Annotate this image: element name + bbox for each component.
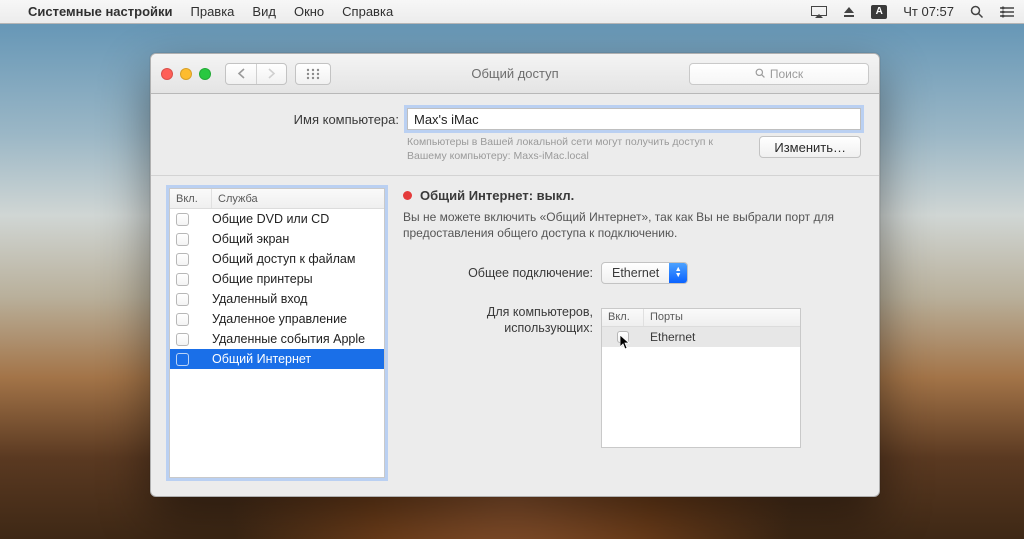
to-computers-label: Для компьютеров, использующих: xyxy=(403,304,593,337)
share-from-label: Общее подключение: xyxy=(403,266,593,280)
forward-button[interactable] xyxy=(256,64,286,84)
back-button[interactable] xyxy=(226,64,256,84)
share-from-popup[interactable]: Ethernet ▲▼ xyxy=(601,262,688,284)
status-title: Общий Интернет: выкл. xyxy=(420,188,574,203)
port-checkbox[interactable] xyxy=(602,331,644,343)
service-label: Общие принтеры xyxy=(212,272,313,286)
service-row[interactable]: Общий Интернет xyxy=(170,349,384,369)
service-checkbox[interactable] xyxy=(176,353,212,366)
service-row[interactable]: Удаленный вход xyxy=(170,289,384,309)
minimize-button[interactable] xyxy=(180,68,192,80)
services-list[interactable]: Вкл. Служба Общие DVD или CD Общий экран О… xyxy=(169,188,385,478)
status-indicator-off xyxy=(403,191,412,200)
service-label: Удаленные события Apple xyxy=(212,332,365,346)
computer-name-label: Имя компьютера: xyxy=(169,112,399,127)
service-label: Общий Интернет xyxy=(212,352,311,366)
separator xyxy=(151,175,879,176)
menu-edit[interactable]: Правка xyxy=(191,4,235,19)
edit-button[interactable]: Изменить… xyxy=(759,136,861,158)
service-checkbox[interactable] xyxy=(176,313,212,326)
service-checkbox[interactable] xyxy=(176,213,212,226)
ports-column-name: Порты xyxy=(644,309,800,326)
service-checkbox[interactable] xyxy=(176,273,212,286)
app-menu[interactable]: Системные настройки xyxy=(28,4,173,19)
input-source-icon[interactable]: A xyxy=(871,5,887,19)
service-label: Удаленный вход xyxy=(212,292,307,306)
service-row[interactable]: Общие DVD или CD xyxy=(170,209,384,229)
port-label: Ethernet xyxy=(644,330,695,344)
service-checkbox[interactable] xyxy=(176,253,212,266)
service-label: Удаленное управление xyxy=(212,312,347,326)
computer-name-hint: Компьютеры в Вашей локальной сети могут … xyxy=(407,136,727,163)
window-traffic-lights xyxy=(161,68,211,80)
service-row[interactable]: Удаленное управление xyxy=(170,309,384,329)
window-title: Общий доступ xyxy=(471,66,558,81)
service-label: Общий экран xyxy=(212,232,289,246)
notification-center-icon[interactable] xyxy=(1000,6,1014,18)
close-button[interactable] xyxy=(161,68,173,80)
service-label: Общие DVD или CD xyxy=(212,212,329,226)
search-input[interactable]: Поиск xyxy=(689,63,869,85)
services-column-name: Служба xyxy=(212,189,384,208)
airplay-icon[interactable] xyxy=(811,6,827,18)
service-checkbox[interactable] xyxy=(176,233,212,246)
eject-icon[interactable] xyxy=(843,6,855,18)
spotlight-icon[interactable] xyxy=(970,5,984,19)
computer-name-field[interactable] xyxy=(407,108,861,130)
clock[interactable]: Чт 07:57 xyxy=(903,4,954,19)
ports-column-on: Вкл. xyxy=(602,309,644,326)
share-from-value: Ethernet xyxy=(602,266,669,280)
nav-back-forward xyxy=(225,63,287,85)
services-column-on: Вкл. xyxy=(170,189,212,208)
menu-window[interactable]: Окно xyxy=(294,4,324,19)
status-description: Вы не можете включить «Общий Интернет», … xyxy=(403,209,843,241)
service-checkbox[interactable] xyxy=(176,333,212,346)
search-placeholder: Поиск xyxy=(770,67,803,81)
menubar: Системные настройки Правка Вид Окно Спра… xyxy=(0,0,1024,24)
popup-arrows-icon: ▲▼ xyxy=(669,263,687,283)
service-checkbox[interactable] xyxy=(176,293,212,306)
service-row[interactable]: Удаленные события Apple xyxy=(170,329,384,349)
port-row[interactable]: Ethernet xyxy=(602,327,800,347)
sharing-preferences-window: Общий доступ Поиск Имя компьютера: Компь… xyxy=(150,53,880,497)
service-label: Общий доступ к файлам xyxy=(212,252,355,266)
service-row[interactable]: Общие принтеры xyxy=(170,269,384,289)
show-all-button[interactable] xyxy=(295,63,331,85)
ports-list[interactable]: Вкл. Порты Ethernet xyxy=(601,308,801,448)
menu-help[interactable]: Справка xyxy=(342,4,393,19)
service-row[interactable]: Общий доступ к файлам xyxy=(170,249,384,269)
window-toolbar: Общий доступ Поиск xyxy=(151,54,879,94)
zoom-button[interactable] xyxy=(199,68,211,80)
service-row[interactable]: Общий экран xyxy=(170,229,384,249)
menu-view[interactable]: Вид xyxy=(252,4,276,19)
